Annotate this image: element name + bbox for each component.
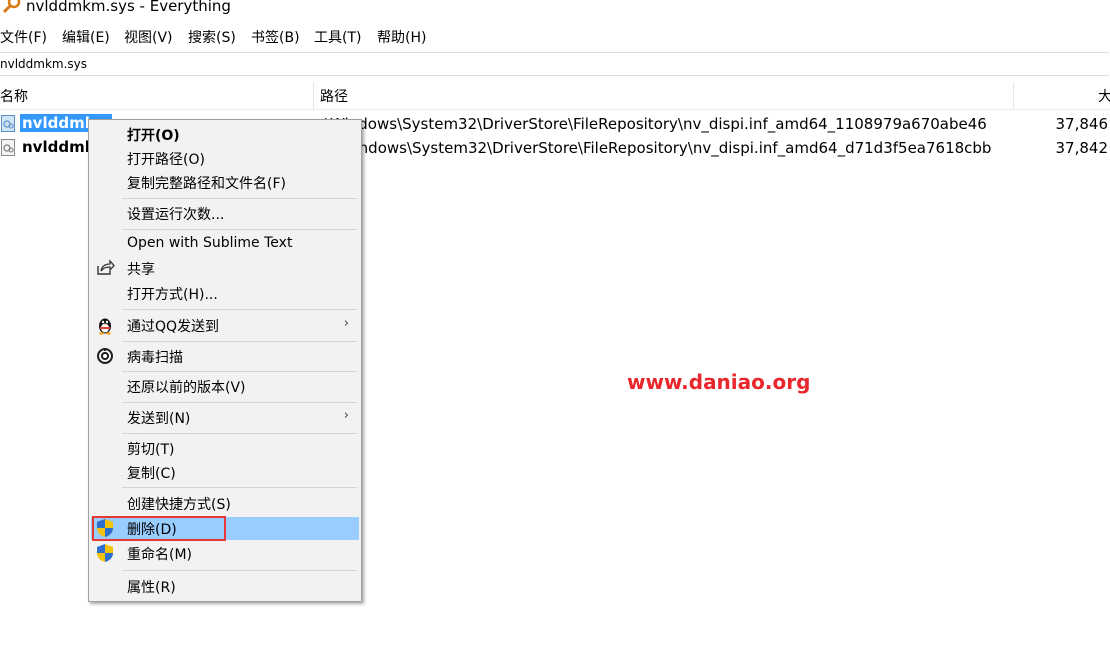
menu-separator (122, 371, 357, 372)
menu-item-label: 剪切(T) (127, 442, 175, 458)
menu-separator (122, 570, 357, 571)
submenu-arrow-icon: › (343, 316, 349, 331)
search-input[interactable]: nvlddmkm.sys (0, 52, 1109, 76)
column-divider[interactable] (313, 82, 314, 110)
qq-penguin-icon (99, 318, 111, 335)
title-bar: nvlddmkm.sys - Everything (0, 0, 1110, 22)
menu-search[interactable]: 搜索(S) (188, 27, 236, 47)
menu-item-copy[interactable]: 复制(C) (91, 461, 359, 484)
menu-item-open-with-sublime[interactable]: Open with Sublime Text (91, 233, 359, 256)
menu-separator (122, 198, 357, 199)
menu-item-label: 重命名(M) (127, 547, 193, 563)
menu-item-label: 设置运行次数... (127, 207, 225, 223)
menu-item-copy-full-path[interactable]: 复制完整路径和文件名(F) (91, 171, 359, 194)
menu-separator (122, 309, 357, 310)
menu-item-label: 共享 (127, 262, 155, 278)
result-file-path: Windows\System32\DriverStore\FileReposit… (340, 139, 992, 157)
menu-item-label: 打开路径(O) (127, 152, 205, 168)
result-file-name[interactable]: nvlddmk (20, 138, 97, 156)
menu-item-label: 打开(O) (127, 128, 180, 144)
menu-separator (122, 341, 357, 342)
menu-file[interactable]: 文件(F) (0, 27, 47, 47)
submenu-arrow-icon: › (343, 408, 349, 423)
menu-item-label: 还原以前的版本(V) (127, 380, 246, 396)
column-divider[interactable] (1013, 82, 1014, 110)
delete-highlight-box (92, 516, 226, 541)
menu-bar: 文件(F) 编辑(E) 视图(V) 搜索(S) 书签(B) 工具(T) 帮助(H… (0, 25, 1110, 49)
menu-item-send-via-qq[interactable]: 通过QQ发送到 › (91, 314, 359, 337)
share-icon (97, 259, 115, 275)
menu-item-send-to[interactable]: 发送到(N) › (91, 406, 359, 429)
system-file-icon (1, 115, 15, 132)
menu-separator (122, 402, 357, 403)
menu-view[interactable]: 视图(V) (124, 27, 173, 47)
menu-item-label: 通过QQ发送到 (127, 319, 220, 335)
result-file-path: :\Windows\System32\DriverStore\FileRepos… (320, 115, 987, 133)
result-file-size: 37,846 (1055, 115, 1109, 133)
menu-item-label: 复制(C) (127, 466, 176, 482)
menu-separator (122, 433, 357, 434)
menu-separator (122, 487, 357, 488)
menu-item-rename[interactable]: 重命名(M) (91, 542, 359, 565)
column-header-row: 名称 路径 大 (0, 82, 1110, 110)
menu-item-open-with[interactable]: 打开方式(H)... (91, 282, 359, 305)
menu-item-restore-previous-versions[interactable]: 还原以前的版本(V) (91, 375, 359, 398)
menu-help[interactable]: 帮助(H) (377, 27, 426, 47)
menu-item-set-run-count[interactable]: 设置运行次数... (91, 202, 359, 225)
menu-item-virus-scan[interactable]: 病毒扫描 (91, 345, 359, 368)
menu-item-label: 病毒扫描 (127, 350, 183, 366)
system-file-icon (1, 139, 15, 156)
column-header-name[interactable]: 名称 (0, 86, 28, 106)
result-file-size: 37,842 (1055, 139, 1109, 157)
window-title: nvlddmkm.sys - Everything (26, 0, 231, 15)
uac-shield-icon (97, 544, 113, 562)
menu-edit[interactable]: 编辑(E) (62, 27, 110, 47)
column-header-size[interactable]: 大 (1098, 86, 1110, 106)
menu-item-label: 复制完整路径和文件名(F) (127, 176, 286, 192)
menu-item-open[interactable]: 打开(O) (91, 123, 359, 146)
menu-item-share[interactable]: 共享 (91, 257, 359, 280)
menu-bookmarks[interactable]: 书签(B) (251, 27, 300, 47)
antivirus-icon (97, 348, 113, 364)
column-header-path[interactable]: 路径 (320, 86, 348, 106)
watermark-text: www.daniao.org (627, 370, 811, 394)
menu-item-label: Open with Sublime Text (127, 235, 293, 251)
menu-item-open-path[interactable]: 打开路径(O) (91, 147, 359, 170)
search-magnifier-icon (2, 0, 21, 14)
menu-item-create-shortcut[interactable]: 创建快捷方式(S) (91, 492, 359, 515)
menu-item-label: 打开方式(H)... (127, 287, 218, 303)
menu-tools[interactable]: 工具(T) (314, 27, 361, 47)
menu-item-cut[interactable]: 剪切(T) (91, 437, 359, 460)
menu-item-label: 发送到(N) (127, 411, 191, 427)
search-input-value: nvlddmkm.sys (0, 57, 88, 71)
context-menu: 打开(O) 打开路径(O) 复制完整路径和文件名(F) 设置运行次数... Op… (88, 119, 362, 602)
menu-separator (122, 229, 357, 230)
menu-item-label: 属性(R) (127, 580, 176, 596)
menu-item-properties[interactable]: 属性(R) (91, 575, 359, 598)
menu-item-label: 创建快捷方式(S) (127, 497, 231, 513)
